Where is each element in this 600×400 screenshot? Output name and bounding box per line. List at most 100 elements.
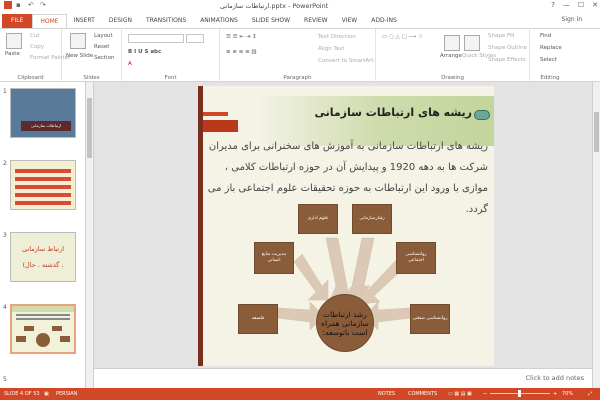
arrow-shape	[293, 253, 329, 301]
font-label: Font	[164, 75, 177, 81]
comments-button[interactable]: COMMENTS	[408, 391, 437, 397]
tab-design[interactable]: DESIGN	[102, 14, 139, 28]
ribbon: Paste Cut Copy Format Painter Clipboard …	[0, 28, 600, 82]
paste-button[interactable]: Paste	[5, 51, 20, 57]
help-button[interactable]: ?	[551, 0, 555, 10]
tab-home[interactable]: HOME	[32, 14, 67, 28]
shape-outline-button[interactable]: Shape Outline	[488, 45, 527, 51]
reset-button[interactable]: Reset	[94, 44, 109, 50]
cut-button[interactable]: Cut	[30, 33, 39, 39]
notes-pane[interactable]: Click to add notes	[94, 368, 592, 388]
window-title: ارتباطات سازمانی.pptx - PowerPoint	[220, 2, 329, 10]
node-organizational-behavior[interactable]: رفتارسازمانی	[352, 204, 392, 234]
tab-insert[interactable]: INSERT	[67, 14, 102, 28]
language-indicator[interactable]: PERSIAN	[56, 391, 77, 397]
new-slide-icon[interactable]	[70, 33, 86, 49]
slides-group: New Slide Layout Reset Section Slides	[62, 29, 122, 82]
node-philosophy[interactable]: فلسفه	[238, 304, 278, 334]
arrange-button[interactable]: Arrange	[440, 53, 462, 59]
thumb-4-diagram	[12, 306, 74, 347]
thumb-number: 5	[3, 376, 7, 383]
slide-canvas[interactable]: ریشه های ارتباطات سازمانی ریشه های ارتبا…	[198, 86, 494, 366]
thumb-3-line1: ارتباط سازمانی	[21, 245, 65, 253]
thumbnail-scroll-knob[interactable]	[87, 98, 92, 158]
section-button[interactable]: Section	[94, 55, 114, 61]
font-group: B I U S abc A Font	[122, 29, 220, 82]
tab-file[interactable]: FILE	[2, 14, 33, 28]
font-color-button[interactable]: A	[128, 61, 132, 67]
thumb-number: 3	[3, 232, 7, 239]
ribbon-tabs: FILE HOME INSERT DESIGN TRANSITIONS ANIM…	[0, 12, 600, 28]
zoom-level[interactable]: 70%	[562, 391, 573, 397]
slide-counter: SLIDE 4 OF 53	[4, 391, 40, 397]
minimize-button[interactable]: —	[563, 0, 570, 10]
copy-button[interactable]: Copy	[30, 44, 44, 50]
slides-label: Slides	[83, 75, 100, 81]
node-administrative-sciences[interactable]: علوم اداری	[298, 204, 338, 234]
font-format-buttons[interactable]: B I U S abc	[128, 49, 161, 55]
slide-scroll-knob[interactable]	[594, 112, 599, 152]
thumb-2-row	[15, 169, 71, 173]
undo-icon[interactable]: ↶	[28, 1, 36, 9]
slide-thumbnail-1[interactable]: ارتباطات سازمانی	[10, 88, 76, 138]
drawing-label: Drawing	[441, 75, 464, 81]
tab-slide-show[interactable]: SLIDE SHOW	[245, 14, 297, 28]
slide-scrollbar[interactable]	[592, 82, 600, 388]
font-size-box[interactable]	[186, 34, 204, 43]
thumbnail-scrollbar[interactable]	[86, 82, 94, 388]
font-name-box[interactable]	[128, 34, 184, 43]
spellcheck-icon[interactable]: ▣	[44, 391, 49, 397]
thumb-number: 1	[3, 88, 7, 95]
layout-button[interactable]: Layout	[94, 33, 113, 39]
shapes-gallery[interactable]: ▭ ○ △ ▢ ⟶ ☆	[382, 34, 423, 40]
tab-review[interactable]: REVIEW	[297, 14, 335, 28]
align-buttons[interactable]: ≡ ≡ ≡ ≡ ▥	[226, 49, 257, 55]
node-industrial-psychology[interactable]: روانشناسی صنعتی	[410, 304, 450, 334]
find-button[interactable]: Find	[540, 33, 551, 39]
node-social-psychology[interactable]: روانشناسی اجتماعی	[396, 242, 436, 274]
zoom-slider-knob[interactable]	[518, 390, 521, 397]
quick-access-toolbar: ▪ ↶ ↷	[4, 1, 48, 9]
align-text-button[interactable]: Align Text	[318, 46, 345, 52]
notes-button[interactable]: NOTES	[378, 391, 395, 397]
fit-slide-icon[interactable]: ⤢	[588, 391, 592, 397]
drawing-group: ▭ ○ △ ▢ ⟶ ☆ Arrange Quick Styles Shape F…	[376, 29, 530, 82]
clipboard-label: Clipboard	[17, 75, 44, 81]
zoom-in-button[interactable]: +	[553, 391, 557, 397]
view-buttons[interactable]: ▭ ▦ ▤ ▣	[448, 391, 472, 397]
paragraph-label: Paragraph	[283, 75, 312, 81]
sign-in-link[interactable]: Sign in	[562, 16, 582, 23]
slide-thumbnail-2[interactable]	[10, 160, 76, 210]
save-icon[interactable]: ▪	[16, 1, 24, 9]
thumb-3-line2: (گذشته . حال .	[22, 261, 64, 269]
replace-button[interactable]: Replace	[540, 45, 562, 51]
tab-view[interactable]: VIEW	[335, 14, 365, 28]
shape-fill-button[interactable]: Shape Fill	[488, 33, 514, 39]
thumb-2-row	[15, 193, 71, 197]
list-buttons[interactable]: ☰ ☰ ⇤ ⇥ ↕	[226, 34, 257, 40]
redo-icon[interactable]: ↷	[40, 1, 48, 9]
paragraph-group: ☰ ☰ ⇤ ⇥ ↕ ≡ ≡ ≡ ≡ ▥ Text Direction Align…	[220, 29, 376, 82]
thumb-2-row	[15, 201, 71, 205]
arrange-icon[interactable]	[444, 35, 460, 51]
node-human-resources[interactable]: مدیریت منابع انسانی	[254, 242, 294, 274]
slide-thumbnail-3[interactable]: ارتباط سازمانی (گذشته . حال .	[10, 232, 76, 282]
convert-smartart-button[interactable]: Convert to SmartArt	[318, 58, 374, 64]
text-direction-button[interactable]: Text Direction	[318, 34, 356, 40]
slide-thumbnail-4[interactable]	[10, 304, 76, 354]
new-slide-button[interactable]: New Slide	[66, 53, 93, 59]
close-button[interactable]: ✕	[592, 0, 598, 10]
quick-styles-icon[interactable]	[464, 35, 480, 51]
center-circle[interactable]: رشد ارتباطات سازمانی همراه است باتوسعه:	[316, 294, 374, 352]
status-bar: SLIDE 4 OF 53 ▣ PERSIAN NOTES COMMENTS ▭…	[0, 388, 600, 400]
title-bar: ▪ ↶ ↷ ارتباطات سازمانی.pptx - PowerPoint…	[0, 0, 600, 12]
select-button[interactable]: Select	[540, 57, 557, 63]
paste-icon[interactable]	[6, 33, 22, 49]
tab-add-ins[interactable]: ADD-INS	[364, 14, 404, 28]
maximize-button[interactable]: ☐	[578, 0, 584, 10]
powerpoint-app-icon	[4, 1, 12, 9]
zoom-out-button[interactable]: −	[483, 391, 487, 397]
tab-animations[interactable]: ANIMATIONS	[193, 14, 245, 28]
tab-transitions[interactable]: TRANSITIONS	[139, 14, 193, 28]
shape-effects-button[interactable]: Shape Effects	[488, 57, 526, 63]
